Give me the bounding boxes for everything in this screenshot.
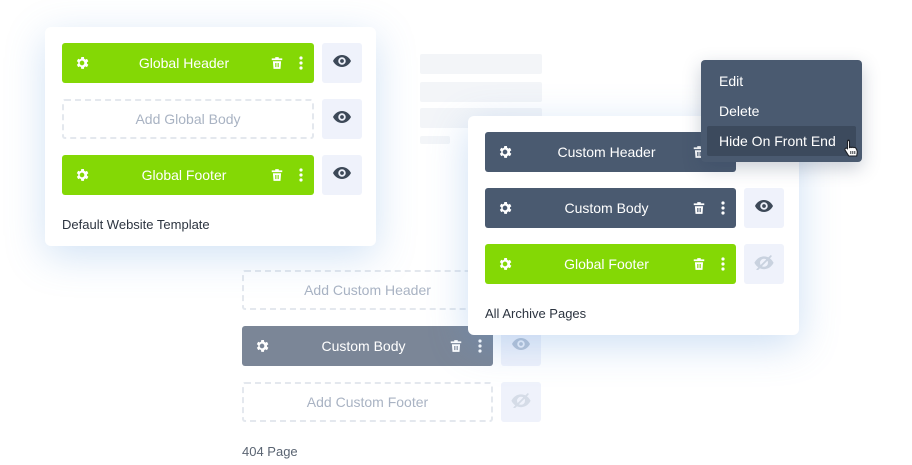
custom-body-label: Custom Body bbox=[321, 338, 406, 354]
trash-icon[interactable] bbox=[445, 339, 467, 353]
gear-icon[interactable] bbox=[62, 167, 102, 183]
global-footer-bar[interactable]: Global Footer bbox=[62, 155, 314, 195]
eye-icon bbox=[333, 166, 351, 184]
gear-icon[interactable] bbox=[485, 256, 525, 272]
gear-icon[interactable] bbox=[485, 144, 525, 160]
footer-visibility-button[interactable] bbox=[322, 155, 362, 195]
custom-header-label: Custom Header bbox=[557, 144, 656, 160]
eye-icon bbox=[333, 54, 351, 72]
menu-item-delete[interactable]: Delete bbox=[701, 96, 862, 126]
global-header-bar[interactable]: Global Header bbox=[62, 43, 314, 83]
more-vertical-icon[interactable] bbox=[710, 257, 736, 271]
custom-body-label: Custom Body bbox=[564, 200, 649, 216]
trash-icon[interactable] bbox=[688, 257, 710, 271]
global-footer-label: Global Footer bbox=[141, 167, 227, 183]
hand-pointer-cursor bbox=[843, 139, 859, 164]
more-vertical-icon[interactable] bbox=[467, 339, 493, 353]
global-header-label: Global Header bbox=[138, 55, 230, 71]
global-footer-label: Global Footer bbox=[564, 256, 649, 272]
custom-body-bar[interactable]: Custom Body bbox=[485, 188, 736, 228]
more-vertical-icon[interactable] bbox=[288, 168, 314, 182]
add-custom-header-label: Add Custom Header bbox=[304, 282, 431, 298]
eye-off-icon bbox=[511, 392, 531, 413]
gear-icon[interactable] bbox=[242, 338, 282, 354]
eye-icon bbox=[512, 337, 530, 355]
faded-placeholder-text bbox=[420, 136, 450, 144]
body-visibility-button[interactable] bbox=[744, 188, 784, 228]
menu-item-edit[interactable]: Edit bbox=[701, 66, 862, 96]
more-vertical-icon[interactable] bbox=[710, 201, 736, 215]
faded-placeholder-bar bbox=[420, 54, 542, 74]
add-custom-footer-label: Add Custom Footer bbox=[306, 394, 429, 410]
template-title: All Archive Pages bbox=[485, 306, 587, 321]
more-vertical-icon[interactable] bbox=[288, 56, 314, 70]
global-footer-bar[interactable]: Global Footer bbox=[485, 244, 736, 284]
footer-visibility-button[interactable] bbox=[744, 244, 784, 284]
eye-off-icon bbox=[754, 254, 774, 275]
gear-icon[interactable] bbox=[62, 55, 102, 71]
trash-icon[interactable] bbox=[688, 201, 710, 215]
eye-icon bbox=[755, 199, 773, 217]
template-title: 404 Page bbox=[242, 444, 298, 459]
trash-icon[interactable] bbox=[266, 56, 288, 70]
add-custom-header-button[interactable]: Add Custom Header bbox=[242, 270, 493, 310]
header-visibility-button[interactable] bbox=[322, 43, 362, 83]
add-global-body-label: Add Global Body bbox=[135, 111, 241, 127]
faded-placeholder-bar bbox=[420, 82, 542, 102]
add-custom-footer-button[interactable]: Add Custom Footer bbox=[242, 382, 493, 422]
footer-visibility-button[interactable] bbox=[501, 382, 541, 422]
add-global-body-button[interactable]: Add Global Body bbox=[62, 99, 314, 139]
template-title: Default Website Template bbox=[62, 217, 210, 232]
trash-icon[interactable] bbox=[266, 168, 288, 182]
custom-body-bar[interactable]: Custom Body bbox=[242, 326, 493, 366]
body-visibility-button[interactable] bbox=[322, 99, 362, 139]
gear-icon[interactable] bbox=[485, 200, 525, 216]
context-menu: Edit Delete Hide On Front End bbox=[701, 60, 862, 162]
custom-header-bar[interactable]: Custom Header bbox=[485, 132, 736, 172]
menu-item-hide-on-front-end[interactable]: Hide On Front End bbox=[707, 126, 856, 156]
eye-icon bbox=[333, 110, 351, 128]
